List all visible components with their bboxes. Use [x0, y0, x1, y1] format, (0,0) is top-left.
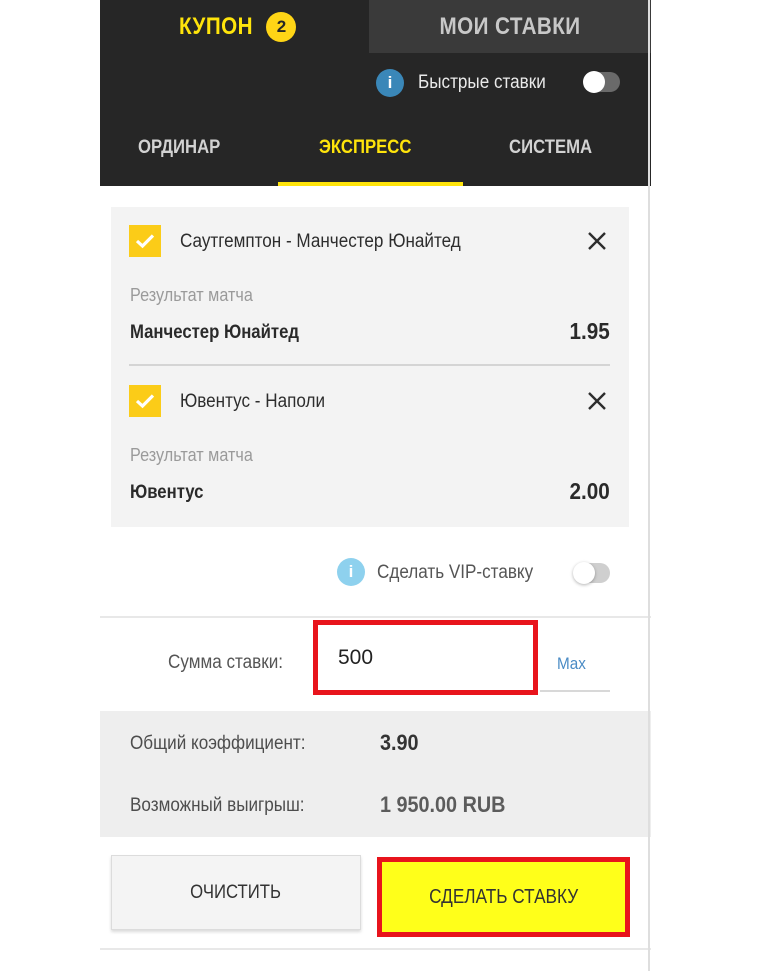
- close-icon[interactable]: [587, 391, 607, 411]
- quick-bets-label: Быстрые ставки: [418, 72, 546, 93]
- tab-coupon-label: КУПОН: [178, 12, 253, 40]
- bet-checkbox[interactable]: [129, 225, 161, 257]
- place-bet-button-label: СДЕЛАТЬ СТАВКУ: [428, 885, 579, 908]
- selection-name: Ювентус: [130, 482, 204, 503]
- max-underline: [540, 690, 610, 692]
- vip-toggle[interactable]: [573, 562, 610, 584]
- max-link[interactable]: Max: [557, 654, 586, 674]
- divider: [100, 616, 651, 618]
- event-name: Саутгемптон - Манчестер Юнайтед: [180, 231, 461, 252]
- total-odds-label: Общий коэффициент:: [130, 733, 306, 754]
- place-bet-button[interactable]: СДЕЛАТЬ СТАВКУ: [377, 857, 630, 937]
- vip-info-icon[interactable]: i: [337, 558, 365, 586]
- tab-single[interactable]: ОРДИНАР: [138, 137, 220, 159]
- active-tab-indicator: [278, 182, 463, 186]
- market-label: Результат матча: [130, 285, 253, 305]
- quick-bets-row: i Быстрые ставки: [100, 53, 651, 113]
- quick-bets-toggle[interactable]: [583, 71, 620, 93]
- bet-slip-panel: КУПОН 2 МОИ СТАВКИ i Быстрые ставки ОРДИ…: [100, 0, 651, 971]
- stake-label: Сумма ставки:: [168, 652, 284, 673]
- event-name: Ювентус - Наполи: [180, 391, 326, 412]
- bet-checkbox[interactable]: [129, 385, 161, 417]
- bet-summary: Общий коэффициент: 3.90 Возможный выигры…: [100, 711, 651, 837]
- toggle-knob: [573, 562, 595, 584]
- check-icon: [135, 234, 155, 249]
- potential-win-label: Возможный выигрыш:: [130, 795, 305, 816]
- bet-item: Саутгемптон - Манчестер Юнайтед Результа…: [111, 207, 629, 367]
- tab-my-bets-label: МОИ СТАВКИ: [439, 12, 581, 40]
- bet-item: Ювентус - Наполи Результат матча Ювентус…: [111, 367, 629, 527]
- divider: [100, 948, 651, 950]
- clear-button[interactable]: ОЧИСТИТЬ: [111, 855, 361, 930]
- market-label: Результат матча: [130, 445, 253, 465]
- tab-system[interactable]: СИСТЕМА: [509, 137, 592, 159]
- selection-name: Манчестер Юнайтед: [130, 322, 299, 343]
- bet-type-tabs: ОРДИНАР ЭКСПРЕСС СИСТЕМА: [100, 113, 651, 186]
- tab-coupon[interactable]: КУПОН 2: [100, 0, 369, 53]
- tab-express[interactable]: ЭКСПРЕСС: [319, 137, 411, 159]
- bet-list: Саутгемптон - Манчестер Юнайтед Результа…: [111, 207, 629, 527]
- potential-win-value: 1 950.00 RUB: [380, 792, 506, 817]
- panel-border: [648, 0, 650, 971]
- toggle-knob: [583, 71, 605, 93]
- tab-my-bets[interactable]: МОИ СТАВКИ: [369, 0, 651, 53]
- stake-input[interactable]: [313, 620, 538, 695]
- odds-value: 2.00: [569, 478, 610, 504]
- total-odds-value: 3.90: [380, 730, 419, 755]
- odds-value: 1.95: [569, 318, 610, 344]
- vip-label: Сделать VIP-ставку: [377, 562, 534, 583]
- coupon-count-badge: 2: [266, 11, 297, 42]
- divider: [129, 364, 610, 366]
- close-icon[interactable]: [587, 231, 607, 251]
- clear-button-label: ОЧИСТИТЬ: [190, 881, 282, 903]
- info-icon[interactable]: i: [376, 69, 404, 97]
- check-icon: [135, 394, 155, 409]
- top-tabs: КУПОН 2 МОИ СТАВКИ: [100, 0, 651, 53]
